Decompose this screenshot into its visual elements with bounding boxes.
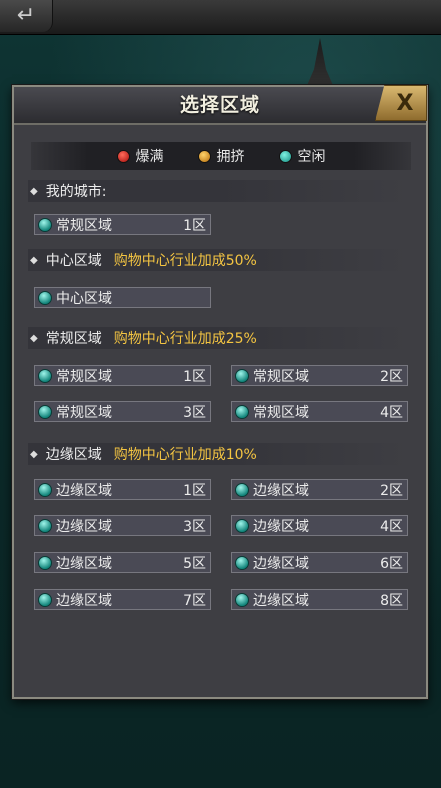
section-label: 边缘区域 <box>45 447 102 463</box>
dialog-title: 选择区域 <box>179 94 260 116</box>
zone-number: 3区 <box>183 518 206 535</box>
section-label: 中心区域 <box>45 253 102 269</box>
edge-zone-button[interactable]: 边缘区域 8区 <box>231 589 408 610</box>
zone-name: 中心区域 <box>56 290 112 307</box>
edge-zone-button[interactable]: 边缘区域 4区 <box>231 515 408 536</box>
zone-status-icon <box>235 518 249 533</box>
regular-zone-button[interactable]: 常规区域 3区 <box>34 401 211 422</box>
edge-zone-button[interactable]: 边缘区域 2区 <box>231 479 408 500</box>
dialog-header: 选择区域 <box>14 87 426 125</box>
zone-status-icon <box>38 555 52 570</box>
center-zone-button[interactable]: 中心区域 <box>34 287 211 308</box>
top-bar: ↵ <box>0 0 441 35</box>
edge-zone-button[interactable]: 边缘区域 5区 <box>34 552 211 573</box>
my-city-zone-button[interactable]: 常规区域 1区 <box>34 214 211 235</box>
zone-status-icon <box>235 404 249 419</box>
zone-number: 8区 <box>380 592 403 609</box>
zone-name: 边缘区域 <box>56 555 112 572</box>
status-legend: 爆满 拥挤 空闲 <box>31 142 411 170</box>
legend-item-idle: 空闲 <box>278 146 326 166</box>
orange-status-icon <box>197 149 211 163</box>
zone-name: 边缘区域 <box>253 555 309 572</box>
zone-number: 4区 <box>380 404 403 421</box>
section-bonus: 购物中心行业加成25% <box>113 331 257 347</box>
zone-number: 6区 <box>380 555 403 572</box>
zone-status-icon <box>235 555 249 570</box>
zone-name: 边缘区域 <box>56 518 112 535</box>
edge-zone-button[interactable]: 边缘区域 3区 <box>34 515 211 536</box>
zone-number: 5区 <box>183 555 206 572</box>
red-status-icon <box>116 149 130 163</box>
back-arrow-icon: ↵ <box>16 3 36 28</box>
zone-status-icon <box>38 482 52 497</box>
zone-number: 7区 <box>183 592 206 609</box>
bullet-icon: ◆ <box>30 254 38 266</box>
section-edge: ◆ 边缘区域 购物中心行业加成10% <box>28 443 408 465</box>
zone-name: 边缘区域 <box>253 592 309 609</box>
zone-status-icon <box>235 368 249 383</box>
section-bonus: 购物中心行业加成10% <box>113 447 257 463</box>
zone-name: 常规区域 <box>56 404 112 421</box>
edge-zone-button[interactable]: 边缘区域 1区 <box>34 479 211 500</box>
zone-name: 边缘区域 <box>253 518 309 535</box>
teal-status-icon <box>278 149 292 163</box>
zone-status-icon <box>38 404 52 419</box>
zone-number: 4区 <box>380 518 403 535</box>
zone-number: 1区 <box>183 482 206 499</box>
zone-number: 2区 <box>380 368 403 385</box>
zone-name: 常规区域 <box>56 217 112 234</box>
regular-zone-button[interactable]: 常规区域 1区 <box>34 365 211 386</box>
legend-label: 爆满 <box>135 149 164 165</box>
zone-status-icon <box>235 592 249 607</box>
bullet-icon: ◆ <box>30 448 38 460</box>
legend-label: 空闲 <box>297 149 326 165</box>
legend-label: 拥挤 <box>216 149 245 165</box>
zone-name: 常规区域 <box>56 368 112 385</box>
edge-zone-button[interactable]: 边缘区域 7区 <box>34 589 211 610</box>
select-zone-dialog: 选择区域 X 爆满 拥挤 空闲 ◆ 我的城市: 常规区域 1区 ◆ 中心区域 购… <box>12 85 428 699</box>
regular-zone-button[interactable]: 常规区域 4区 <box>231 401 408 422</box>
zone-status-icon <box>235 482 249 497</box>
zone-number: 1区 <box>183 368 206 385</box>
section-my-city: ◆ 我的城市: <box>28 180 408 202</box>
zone-status-icon <box>38 290 52 305</box>
back-button[interactable]: ↵ <box>0 0 53 32</box>
section-label: 我的城市: <box>45 184 107 200</box>
zone-name: 边缘区域 <box>253 482 309 499</box>
zone-status-icon <box>38 368 52 383</box>
section-label: 常规区域 <box>45 331 102 347</box>
zone-status-icon <box>38 217 52 232</box>
zone-name: 边缘区域 <box>56 482 112 499</box>
regular-zone-button[interactable]: 常规区域 2区 <box>231 365 408 386</box>
section-regular: ◆ 常规区域 购物中心行业加成25% <box>28 327 408 349</box>
zone-number: 3区 <box>183 404 206 421</box>
zone-name: 边缘区域 <box>56 592 112 609</box>
zone-status-icon <box>38 592 52 607</box>
zone-number: 2区 <box>380 482 403 499</box>
legend-item-full: 爆满 <box>116 146 164 166</box>
legend-item-crowded: 拥挤 <box>197 146 245 166</box>
zone-status-icon <box>38 518 52 533</box>
bullet-icon: ◆ <box>30 332 38 344</box>
section-bonus: 购物中心行业加成50% <box>113 253 257 269</box>
section-center: ◆ 中心区域 购物中心行业加成50% <box>28 249 408 271</box>
bullet-icon: ◆ <box>30 185 38 197</box>
zone-name: 常规区域 <box>253 368 309 385</box>
close-icon: X <box>396 91 414 116</box>
zone-name: 常规区域 <box>253 404 309 421</box>
zone-number: 1区 <box>183 217 206 234</box>
edge-zone-button[interactable]: 边缘区域 6区 <box>231 552 408 573</box>
